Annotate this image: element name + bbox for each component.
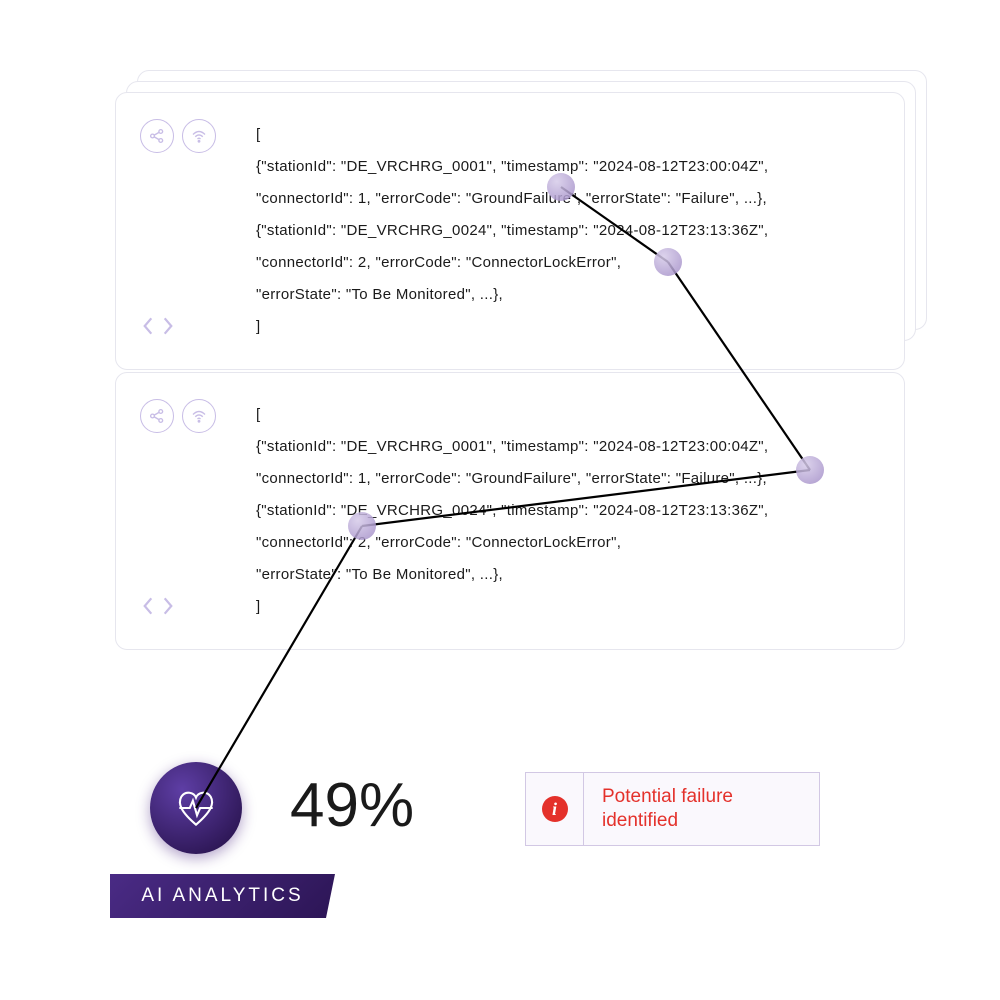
log-line: {"stationId": "DE_VRCHRG_0024", "timesta…	[256, 502, 768, 519]
log-json-content: [ {"stationId": "DE_VRCHRG_0001", "times…	[256, 119, 880, 343]
graph-node	[796, 456, 824, 484]
failure-warning-box: i Potential failure identified	[525, 772, 820, 846]
ai-analytics-node	[150, 762, 242, 854]
log-line: {"stationId": "DE_VRCHRG_0001", "timesta…	[256, 158, 768, 175]
log-line: ]	[256, 598, 260, 615]
log-line: "errorState": "To Be Monitored", ...},	[256, 566, 503, 583]
graph-node	[547, 173, 575, 201]
warning-icon-cell: i	[526, 773, 584, 845]
code-chevrons-icon	[140, 315, 230, 337]
log-json-content: [ {"stationId": "DE_VRCHRG_0001", "times…	[256, 399, 880, 623]
log-line: "connectorId": 1, "errorCode": "GroundFa…	[256, 190, 767, 207]
log-line: "connectorId": 1, "errorCode": "GroundFa…	[256, 470, 767, 487]
wifi-icon	[182, 399, 216, 433]
ai-analytics-label: AI ANALYTICS	[110, 874, 335, 918]
log-line: "connectorId": 2, "errorCode": "Connecto…	[256, 534, 621, 551]
log-line: {"stationId": "DE_VRCHRG_0024", "timesta…	[256, 222, 768, 239]
log-line: ]	[256, 318, 260, 335]
code-chevrons-icon	[140, 595, 230, 617]
info-error-icon: i	[542, 796, 568, 822]
graph-node	[654, 248, 682, 276]
graph-node	[348, 512, 376, 540]
log-line: "errorState": "To Be Monitored", ...},	[256, 286, 503, 303]
log-line: [	[256, 406, 260, 423]
heartbeat-icon	[150, 762, 242, 854]
log-line: "connectorId": 2, "errorCode": "Connecto…	[256, 254, 621, 271]
log-line: {"stationId": "DE_VRCHRG_0001", "timesta…	[256, 438, 768, 455]
log-card-stack: [ {"stationId": "DE_VRCHRG_0001", "times…	[115, 92, 905, 352]
warning-text: Potential failure identified	[584, 773, 819, 845]
analytics-percent: 49%	[290, 770, 414, 841]
share-icon	[140, 119, 174, 153]
share-icon	[140, 399, 174, 433]
warning-line-1: Potential failure	[602, 785, 733, 809]
log-card-2: [ {"stationId": "DE_VRCHRG_0001", "times…	[115, 372, 905, 650]
warning-line-2: identified	[602, 809, 733, 833]
log-line: [	[256, 126, 260, 143]
log-card-1: [ {"stationId": "DE_VRCHRG_0001", "times…	[115, 92, 905, 370]
wifi-icon	[182, 119, 216, 153]
